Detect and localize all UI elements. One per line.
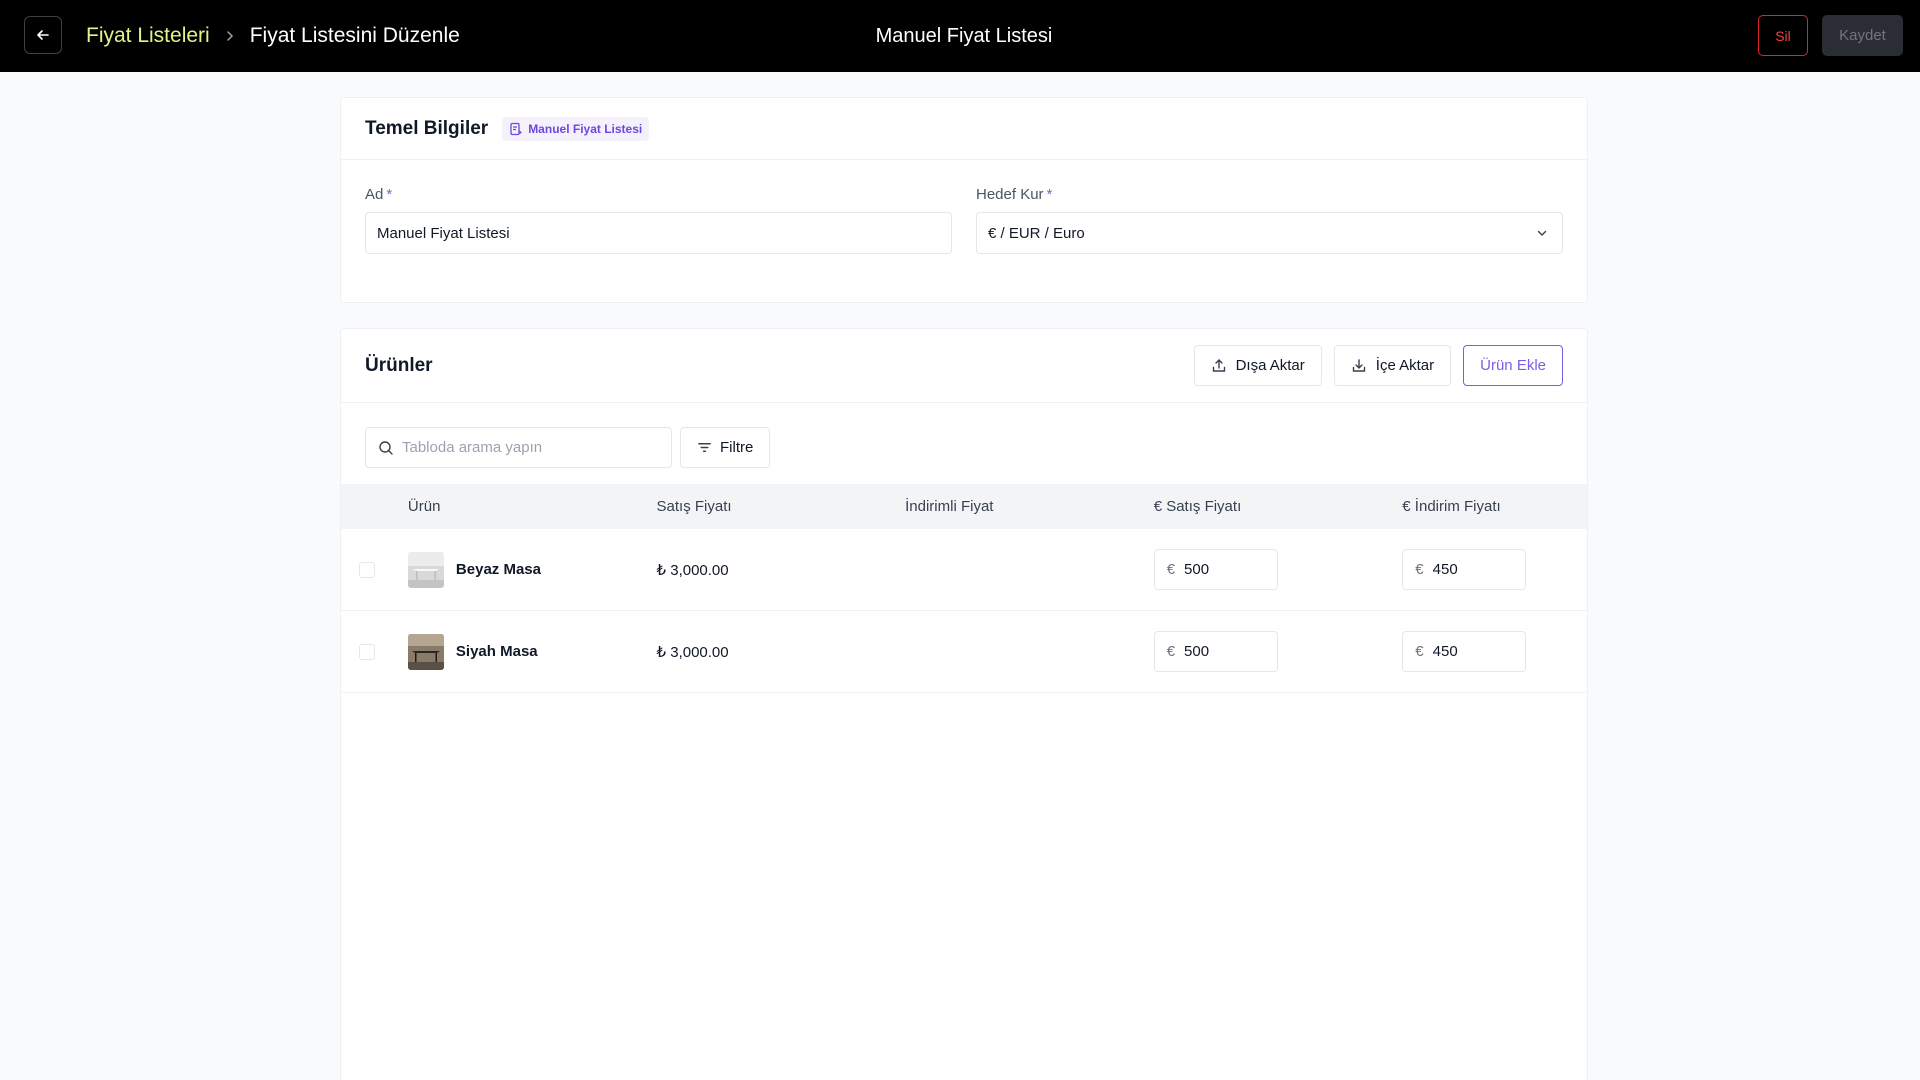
products-title: Ürünler [365, 354, 433, 376]
column-header: € İndirim Fiyatı [1402, 498, 1501, 515]
search-icon [379, 440, 393, 455]
name-label: Ad * [365, 186, 393, 203]
table-row: Siyah Masa ₺ 3,000.00 € 500 € 450 [341, 611, 1587, 693]
list-icon [510, 122, 523, 135]
currency-symbol: € [1415, 643, 1424, 660]
upload-icon [1212, 358, 1225, 372]
eur-sale-value: 500 [1184, 561, 1210, 578]
currency-label: Hedef Kur * [976, 186, 1053, 203]
chevron-down-icon [1537, 230, 1547, 236]
name-field-group: Ad * Manuel Fiyat Listesi [365, 186, 952, 254]
sale-price: ₺ 3,000.00 [656, 643, 729, 661]
product-name: Siyah Masa [455, 643, 538, 660]
filter-button[interactable]: Filtre [680, 427, 771, 468]
badge-label: Manuel Fiyat Listesi [528, 121, 643, 136]
import-button[interactable]: İçe Aktar [1333, 345, 1452, 386]
column-header: İndirimli Fiyat [905, 498, 994, 515]
delete-button[interactable]: Sil [1758, 15, 1808, 56]
product-thumbnail [407, 633, 444, 670]
eur-discount-price-input[interactable]: € 450 [1402, 631, 1527, 672]
name-input[interactable]: Manuel Fiyat Listesi [365, 212, 952, 254]
currency-select[interactable]: € / EUR / Euro [976, 212, 1563, 254]
top-bar: Fiyat Listeleri Fiyat Listesini Düzenle … [0, 0, 1920, 72]
currency-symbol: € [1415, 561, 1424, 578]
basic-info-card: Temel Bilgiler Manuel Fiyat Listesi Ad * … [340, 97, 1588, 303]
eur-sale-value: 500 [1184, 643, 1210, 660]
eur-discount-price-input[interactable]: € 450 [1402, 549, 1527, 590]
currency-value: € / EUR / Euro [988, 224, 1085, 242]
page-title: Manuel Fiyat Listesi [875, 24, 1053, 47]
row-checkbox[interactable] [359, 643, 375, 660]
row-checkbox[interactable] [359, 561, 375, 578]
export-button[interactable]: Dışa Aktar [1193, 345, 1322, 386]
eur-sale-price-input[interactable]: € 500 [1153, 549, 1278, 590]
eur-discount-value: 450 [1432, 643, 1458, 660]
products-card: Ürünler Dışa Aktar İçe Aktar Ürün Ekle T… [340, 328, 1588, 1080]
eur-discount-value: 450 [1432, 561, 1458, 578]
column-header: Ürün [407, 498, 441, 515]
table-row: Beyaz Masa ₺ 3,000.00 € 500 € 450 [341, 529, 1587, 611]
currency-field-group: Hedef Kur * € / EUR / Euro [976, 186, 1563, 254]
basic-info-title: Temel Bilgiler [365, 117, 489, 139]
column-header: € Satış Fiyatı [1153, 498, 1242, 515]
download-icon [1352, 358, 1365, 372]
eur-sale-price-input[interactable]: € 500 [1153, 631, 1278, 672]
products-table: Ürün Satış Fiyatı İndirimli Fiyat € Satı… [341, 484, 1587, 693]
add-product-button[interactable]: Ürün Ekle [1463, 345, 1563, 386]
currency-symbol: € [1166, 561, 1176, 578]
search-placeholder: Tabloda arama yapın [402, 439, 543, 456]
search-input[interactable]: Tabloda arama yapın [365, 427, 672, 468]
column-header: Satış Fiyatı [656, 498, 732, 515]
price-list-type-badge: Manuel Fiyat Listesi [502, 116, 650, 141]
save-button[interactable]: Kaydet [1822, 15, 1903, 56]
filter-icon [698, 443, 711, 452]
products-header: Ürünler Dışa Aktar İçe Aktar Ürün Ekle [341, 329, 1587, 403]
product-thumbnail [407, 551, 444, 588]
currency-symbol: € [1166, 643, 1176, 660]
product-name: Beyaz Masa [455, 561, 541, 578]
basic-info-header: Temel Bilgiler Manuel Fiyat Listesi [341, 98, 1587, 160]
sale-price: ₺ 3,000.00 [656, 561, 729, 579]
table-header: Ürün Satış Fiyatı İndirimli Fiyat € Satı… [341, 484, 1587, 529]
